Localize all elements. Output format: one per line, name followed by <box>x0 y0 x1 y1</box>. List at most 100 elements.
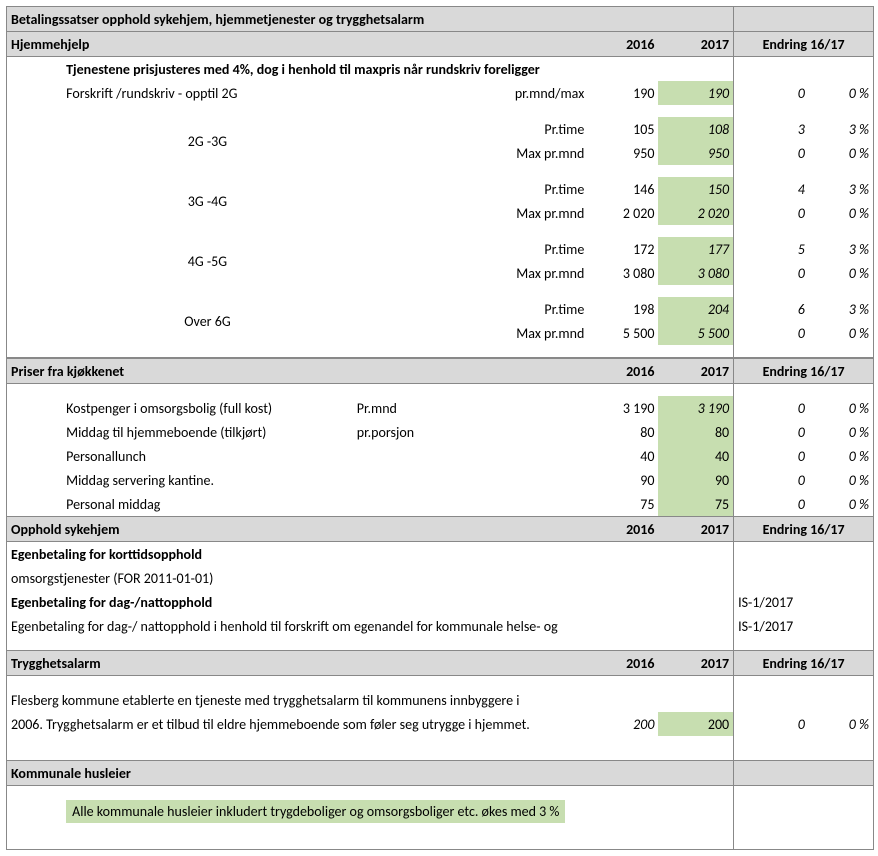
sykehjem-line4: Egenbetaling for dag-/ nattopphold i hen… <box>7 614 873 638</box>
kjokken-row: Personallunch404000 % <box>7 444 873 468</box>
row-unit: Max pr.mnd <box>493 141 588 165</box>
group-row: 3G -4GPr.time14615043 % <box>7 177 873 201</box>
kjokken-row: Kostpenger i omsorgsbolig (full kost)Pr.… <box>7 396 873 420</box>
row-2016: 146 <box>588 177 658 201</box>
row-diff: 0 <box>734 261 809 285</box>
row-pct: 0 % <box>809 492 873 517</box>
row-2016: 2 020 <box>588 201 658 225</box>
trygghet-2016: 200 <box>588 712 658 736</box>
row-2017: 950 <box>658 141 733 165</box>
row-unit <box>353 492 493 517</box>
row-unit: Max pr.mnd <box>493 201 588 225</box>
trygghet-2017: 200 <box>658 712 733 736</box>
row-pct: 0 % <box>809 321 873 345</box>
row-unit: pr.porsjon <box>353 420 493 444</box>
row-2016: 5 500 <box>588 321 658 345</box>
row-pct: 0 % <box>809 468 873 492</box>
row-pct: 3 % <box>809 237 873 261</box>
row-diff: 0 <box>734 141 809 165</box>
group-label: 4G -5G <box>62 237 353 285</box>
group-row: 4G -5GPr.time17217753 % <box>7 237 873 261</box>
row-diff: 0 <box>734 321 809 345</box>
row-diff: 0 <box>734 468 809 492</box>
group-label: 3G -4G <box>62 177 353 225</box>
rates-sheet: Betalingssatser opphold sykehjem, hjemme… <box>6 6 874 850</box>
section-header-hjemmehjelp: Hjemmehjelp 2016 2017 Endring 16/17 <box>7 32 873 57</box>
row-2017: 80 <box>658 420 733 444</box>
sykehjem-line1: Egenbetaling for korttidsopphold <box>7 542 873 567</box>
row-unit: Pr.time <box>493 237 588 261</box>
row-diff: 3 <box>734 117 809 141</box>
title-row: Betalingssatser opphold sykehjem, hjemme… <box>7 7 873 32</box>
row-diff: 4 <box>734 177 809 201</box>
row-label: Personal middag <box>62 492 353 517</box>
row-label: Middag til hjemmeboende (tilkjørt) <box>62 420 353 444</box>
intro-text: Tjenestene prisjusteres med 4%, dog i he… <box>62 57 734 82</box>
section-label: Hjemmehjelp <box>7 32 588 57</box>
section-header-husleier: Kommunale husleier <box>7 761 873 786</box>
section-label: Priser fra kjøkkenet <box>7 359 588 384</box>
row-diff: 0 <box>734 396 809 420</box>
row-2017: 5 500 <box>658 321 733 345</box>
section-header-kjokken: Priser fra kjøkkenet 2016 2017 Endring 1… <box>7 359 873 384</box>
row-opptil-2g: Forskrift /rundskriv - opptil 2G pr.mnd/… <box>7 81 873 105</box>
row-pct: 3 % <box>809 177 873 201</box>
row-2016: 3 190 <box>588 396 658 420</box>
row-pct: 3 % <box>809 117 873 141</box>
row-2016: 198 <box>588 297 658 321</box>
section-label: Trygghetsalarm <box>7 651 588 676</box>
row-diff: 0 <box>734 420 809 444</box>
col-2016: 2016 <box>588 32 658 57</box>
row-2016: 80 <box>588 420 658 444</box>
row-pct: 0 % <box>809 261 873 285</box>
row-2017: 3 080 <box>658 261 733 285</box>
row-pct: 0 % <box>809 81 873 105</box>
row-unit: Pr.time <box>493 177 588 201</box>
row-label: Personallunch <box>62 444 353 468</box>
rates-table: Betalingssatser opphold sykehjem, hjemme… <box>7 7 873 849</box>
section-label: Kommunale husleier <box>7 761 734 786</box>
row-2017: 90 <box>658 468 733 492</box>
row-unit: Pr.time <box>493 117 588 141</box>
row-2017: 75 <box>658 492 733 517</box>
row-2016: 105 <box>588 117 658 141</box>
row-unit: pr.mnd/max <box>493 81 588 105</box>
group-label: 2G -3G <box>62 117 353 165</box>
row-2017: 190 <box>658 81 733 105</box>
row-2016: 950 <box>588 141 658 165</box>
row-label: Middag servering kantine. <box>62 468 353 492</box>
group-row: Over 6GPr.time19820463 % <box>7 297 873 321</box>
row-2017: 204 <box>658 297 733 321</box>
col-change: Endring 16/17 <box>734 32 873 57</box>
row-diff: 0 <box>734 81 809 105</box>
row-unit: Max pr.mnd <box>493 321 588 345</box>
row-diff: 5 <box>734 237 809 261</box>
row-2017: 108 <box>658 117 733 141</box>
section-header-trygghet: Trygghetsalarm 2016 2017 Endring 16/17 <box>7 651 873 676</box>
husleier-note: Alle kommunale husleier inkludert trygde… <box>66 800 565 823</box>
row-2017: 40 <box>658 444 733 468</box>
section-label: Opphold sykehjem <box>7 517 588 542</box>
row-label: Forskrift /rundskriv - opptil 2G <box>62 81 353 105</box>
trygghet-row: 2006. Trygghetsalarm er et tilbud til el… <box>7 712 873 736</box>
row-2017: 3 190 <box>658 396 733 420</box>
trygghet-pct: 0 % <box>809 712 873 736</box>
row-pct: 0 % <box>809 420 873 444</box>
section-header-sykehjem: Opphold sykehjem 2016 2017 Endring 16/17 <box>7 517 873 542</box>
row-unit <box>353 444 493 468</box>
row-pct: 0 % <box>809 141 873 165</box>
husleier-note-row: Alle kommunale husleier inkludert trygde… <box>7 798 873 825</box>
col-2017: 2017 <box>658 32 733 57</box>
sykehjem-line2: omsorgstjenester (FOR 2011-01-01) <box>7 566 873 590</box>
row-diff: 0 <box>734 444 809 468</box>
row-2016: 90 <box>588 468 658 492</box>
row-pct: 0 % <box>809 444 873 468</box>
row-2017: 177 <box>658 237 733 261</box>
row-unit <box>353 468 493 492</box>
row-2016: 172 <box>588 237 658 261</box>
kjokken-row: Middag servering kantine.909000 % <box>7 468 873 492</box>
kjokken-row: Personal middag757500 % <box>7 492 873 517</box>
row-unit: Max pr.mnd <box>493 261 588 285</box>
row-diff: 0 <box>734 201 809 225</box>
group-row: 2G -3GPr.time10510833 % <box>7 117 873 141</box>
